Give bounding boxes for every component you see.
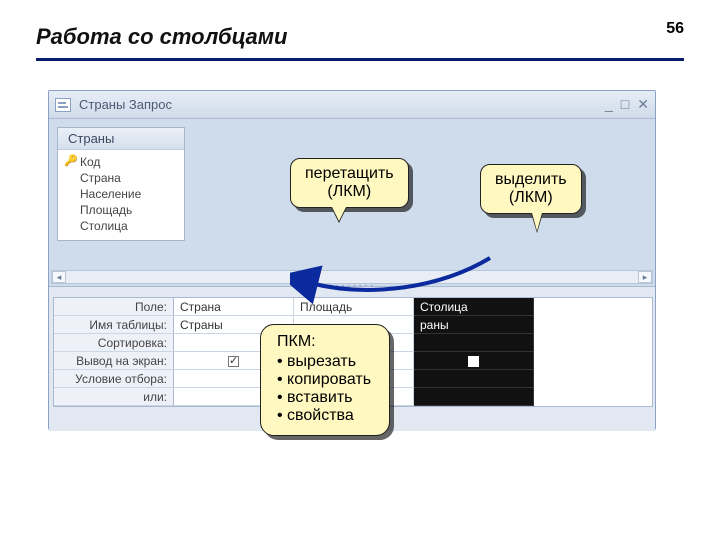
field-item[interactable]: Население	[80, 186, 176, 202]
field-cell[interactable]: Страна	[174, 298, 294, 316]
row-label: Вывод на экран:	[54, 352, 174, 370]
field-item[interactable]: Страна	[80, 170, 176, 186]
window-controls: _ □ ✕	[605, 96, 649, 113]
checkbox-icon[interactable]	[228, 356, 239, 367]
row-label: Сортировка:	[54, 334, 174, 352]
table-fields-box[interactable]: Страны 🔑Код Страна Население Площадь Сто…	[57, 127, 185, 241]
grid-labels-column: Поле: Имя таблицы: Сортировка: Вывод на …	[54, 298, 174, 406]
scroll-right-button[interactable]: ▸	[638, 271, 652, 283]
row-label: или:	[54, 388, 174, 406]
callout-list: вырезать копировать вставить свойства	[277, 353, 371, 425]
callout-line: (ЛКМ)	[495, 189, 567, 207]
callout-item: копировать	[277, 371, 371, 389]
field-cell[interactable]: Площадь	[294, 298, 414, 316]
callout-select: выделить (ЛКМ)	[480, 164, 582, 214]
maximize-button[interactable]: □	[621, 96, 629, 113]
window-titlebar[interactable]: Страны Запрос _ □ ✕	[49, 91, 655, 119]
row-label: Условие отбора:	[54, 370, 174, 388]
callout-line: (ЛКМ)	[305, 183, 394, 201]
primary-key-icon: 🔑	[64, 156, 74, 166]
scroll-left-button[interactable]: ◂	[52, 271, 66, 283]
slide-title: Работа со столбцами	[36, 24, 288, 50]
field-item[interactable]: Площадь	[80, 202, 176, 218]
grid-column-selected[interactable]: Столица раны	[414, 298, 534, 406]
field-item[interactable]: 🔑Код	[80, 154, 176, 170]
title-divider	[36, 58, 684, 61]
or-cell[interactable]	[414, 388, 534, 406]
slide-number: 56	[666, 20, 684, 38]
table-cell[interactable]: раны	[414, 316, 534, 334]
callout-context-menu: ПКМ: вырезать копировать вставить свойст…	[260, 324, 390, 436]
callout-drag: перетащить (ЛКМ)	[290, 158, 409, 208]
checkbox-icon[interactable]	[468, 356, 479, 367]
field-item[interactable]: Столица	[80, 218, 176, 234]
splitter-grip[interactable]: • • • • • • • •	[322, 284, 382, 289]
row-label: Имя таблицы:	[54, 316, 174, 334]
document-icon	[55, 98, 71, 112]
callout-title: ПКМ:	[277, 333, 371, 351]
row-label: Поле:	[54, 298, 174, 316]
show-cell[interactable]	[414, 352, 534, 370]
criteria-cell[interactable]	[414, 370, 534, 388]
sort-cell[interactable]	[414, 334, 534, 352]
field-cell[interactable]: Столица	[414, 298, 534, 316]
minimize-button[interactable]: _	[605, 96, 613, 113]
callout-item: вырезать	[277, 353, 371, 371]
table-header[interactable]: Страны	[58, 128, 184, 150]
window-title: Страны Запрос	[79, 97, 172, 112]
field-list: 🔑Код Страна Население Площадь Столица	[58, 150, 184, 240]
callout-item: свойства	[277, 407, 371, 425]
close-button[interactable]: ✕	[637, 96, 649, 113]
callout-item: вставить	[277, 389, 371, 407]
callout-tail-icon	[531, 213, 543, 233]
callout-line: перетащить	[305, 165, 394, 183]
horizontal-scrollbar[interactable]: ◂ ▸	[51, 270, 653, 284]
callout-line: выделить	[495, 171, 567, 189]
callout-tail-icon	[331, 207, 347, 223]
